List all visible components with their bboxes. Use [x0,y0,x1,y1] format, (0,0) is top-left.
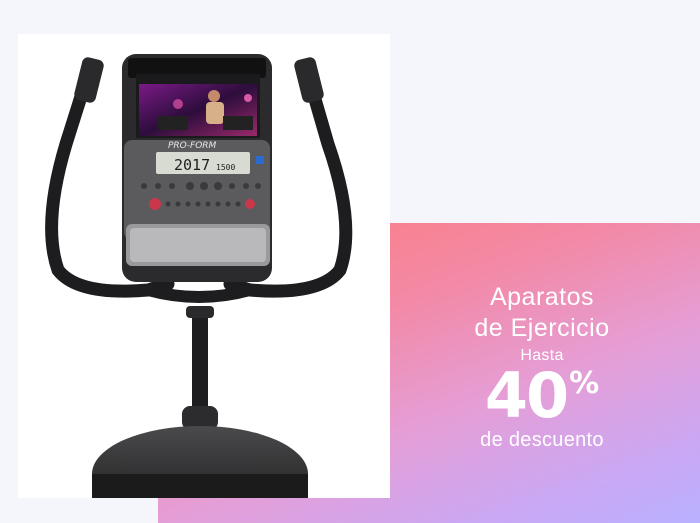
console-reading-small: 1500 [216,163,235,172]
discount-value: 40 [484,359,569,432]
promo-banner[interactable]: PRO-FORM 2017 1500 Aparatos de Ejercicio… [0,0,700,523]
promo-title: Aparatos de Ejercicio [442,282,642,344]
promo-title-line2: de Ejercicio [474,314,610,342]
console-reading-main: 2017 [174,156,210,174]
discount-unit: % [569,366,600,401]
promo-subtitle: de descuento [480,429,604,451]
exercise-bike-image: PRO-FORM 2017 1500 [45,54,353,498]
promo-title-line1: Aparatos [489,283,595,311]
promo-text-block: Aparatos de Ejercicio Hasta 40 % de desc… [442,282,642,452]
brand-logo: PRO-FORM [168,141,217,151]
promo-discount: 40 % [442,365,642,427]
product-photo-card: PRO-FORM 2017 1500 [18,34,390,498]
